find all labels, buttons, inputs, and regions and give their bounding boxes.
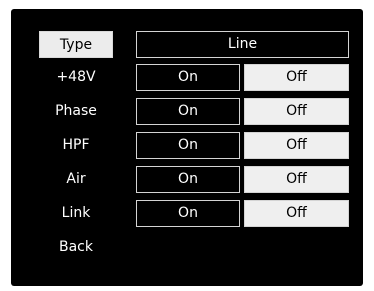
- row-hpf-on-button[interactable]: On: [136, 132, 240, 159]
- row-48v-label[interactable]: +48V: [39, 64, 113, 91]
- row-phase-off-button[interactable]: Off: [244, 98, 349, 125]
- type-value-box[interactable]: Line: [136, 31, 349, 58]
- back-row: Back: [39, 234, 359, 263]
- type-label[interactable]: Type: [39, 31, 113, 58]
- row-link: Link On Off: [39, 200, 359, 229]
- row-link-off-button[interactable]: Off: [244, 200, 349, 227]
- row-48v-on-button[interactable]: On: [136, 64, 240, 91]
- row-air: Air On Off: [39, 166, 359, 195]
- row-link-label[interactable]: Link: [39, 200, 113, 227]
- device-screen: Type Line +48V On Off Phase On Off HPF O…: [11, 9, 363, 286]
- back-button[interactable]: Back: [39, 234, 113, 261]
- row-phase-on-button[interactable]: On: [136, 98, 240, 125]
- row-air-off-button[interactable]: Off: [244, 166, 349, 193]
- row-hpf-label[interactable]: HPF: [39, 132, 113, 159]
- row-hpf: HPF On Off: [39, 132, 359, 161]
- row-phase: Phase On Off: [39, 98, 359, 127]
- row-48v: +48V On Off: [39, 64, 359, 93]
- row-48v-off-button[interactable]: Off: [244, 64, 349, 91]
- type-row: Type Line: [39, 31, 359, 60]
- row-air-on-button[interactable]: On: [136, 166, 240, 193]
- row-air-label[interactable]: Air: [39, 166, 113, 193]
- row-phase-label[interactable]: Phase: [39, 98, 113, 125]
- row-hpf-off-button[interactable]: Off: [244, 132, 349, 159]
- row-link-on-button[interactable]: On: [136, 200, 240, 227]
